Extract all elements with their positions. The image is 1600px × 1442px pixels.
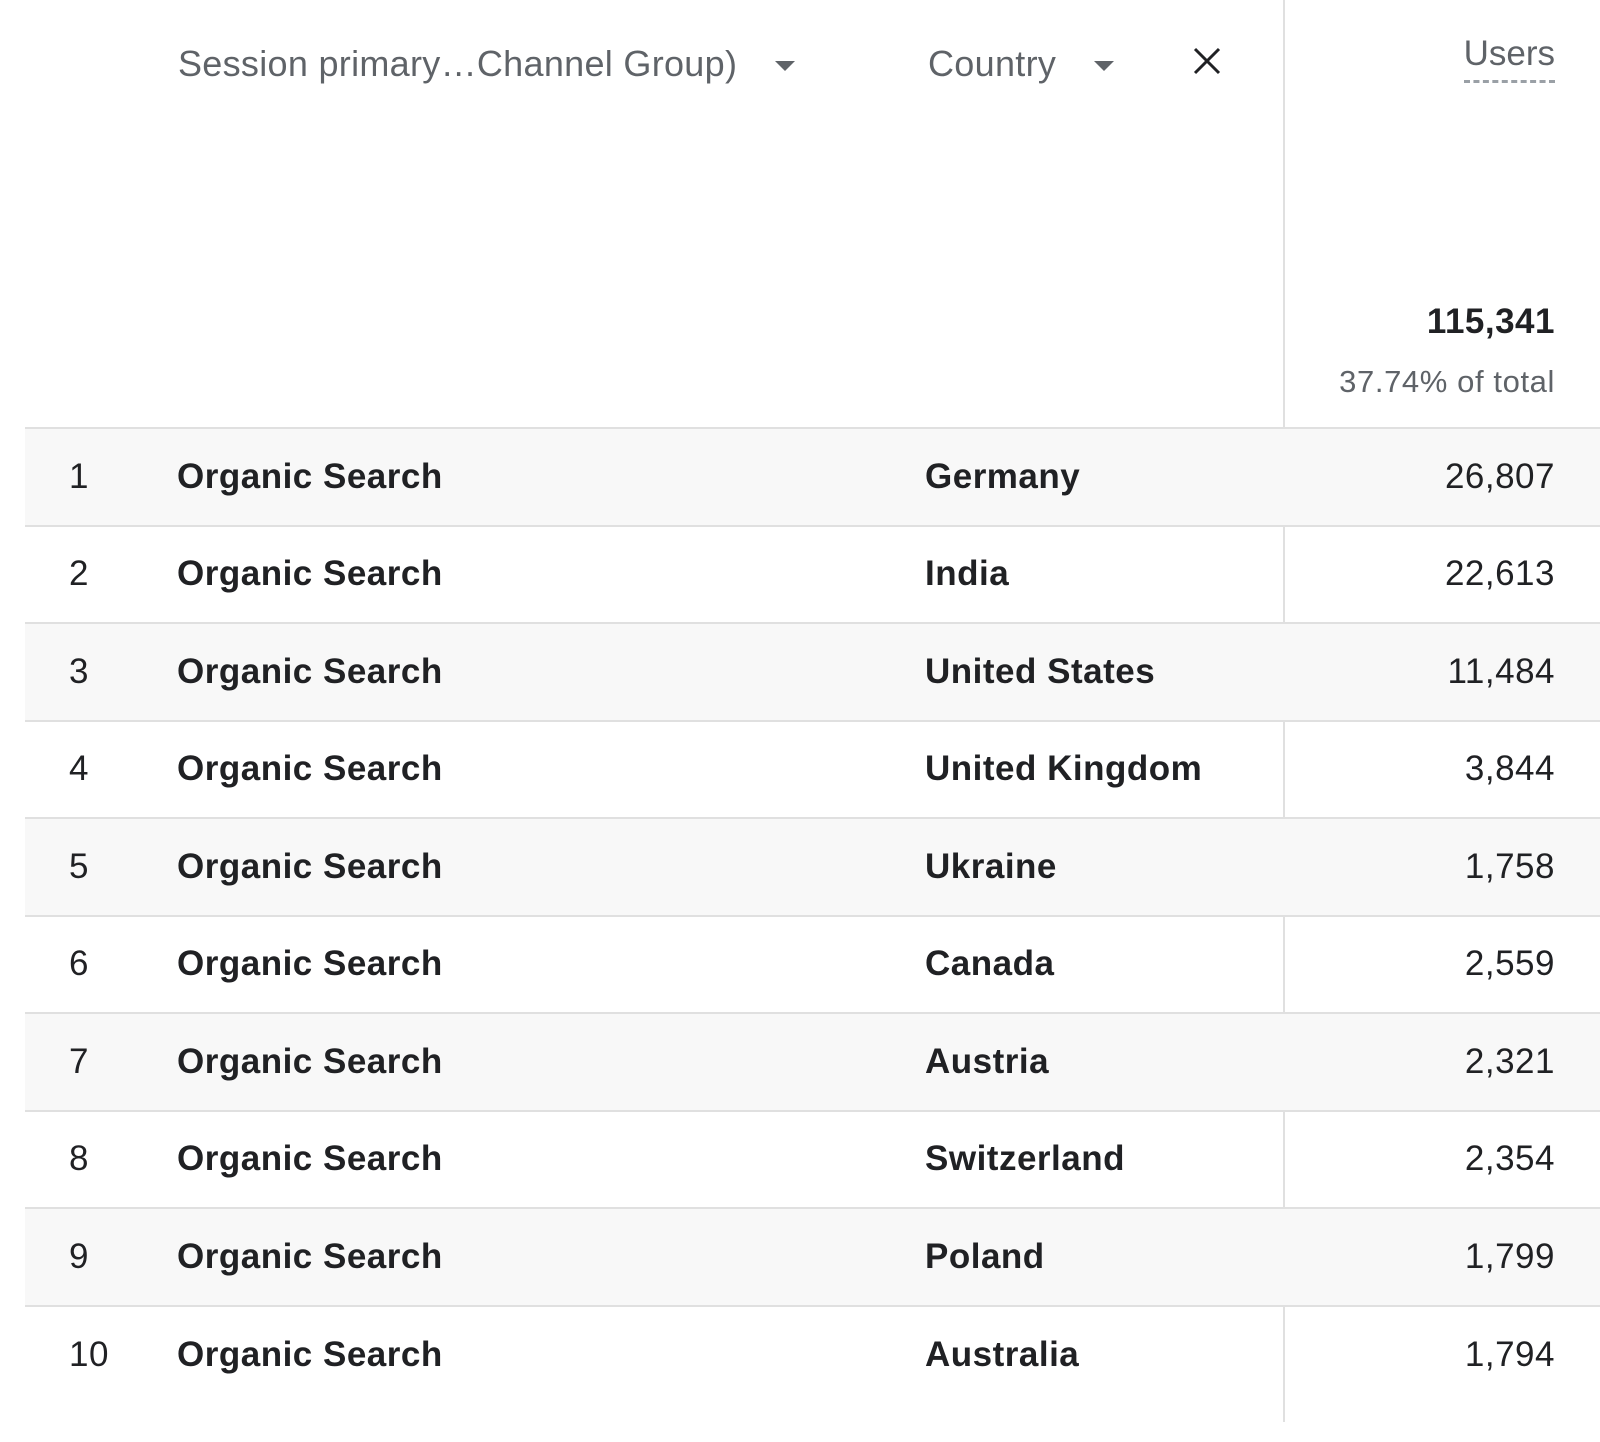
metric-header-users[interactable]: Users xyxy=(1463,34,1555,83)
row-index: 1 xyxy=(69,456,89,496)
row-users: 11,484 xyxy=(1447,651,1555,691)
row-channel: Organic Search xyxy=(177,554,443,594)
caret-down-icon xyxy=(1094,61,1115,71)
row-users: 22,613 xyxy=(1444,554,1555,594)
row-users: 2,354 xyxy=(1464,1139,1555,1179)
row-country: Austria xyxy=(925,1041,1050,1081)
row-users: 26,807 xyxy=(1444,456,1555,496)
row-country: Australia xyxy=(925,1335,1080,1375)
row-users: 1,794 xyxy=(1464,1335,1555,1375)
row-users: 1,799 xyxy=(1464,1236,1555,1276)
row-index: 8 xyxy=(69,1139,89,1179)
table-row: 1 Organic Search Germany 26,807 xyxy=(25,429,1600,527)
row-channel: Organic Search xyxy=(177,846,443,886)
table-row: 10 Organic Search Australia 1,794 xyxy=(25,1307,1600,1405)
table-body: 1 Organic Search Germany 26,807 2 Organi… xyxy=(25,429,1600,1404)
row-index: 10 xyxy=(69,1335,109,1375)
remove-dimension-button[interactable] xyxy=(1190,44,1224,78)
row-channel: Organic Search xyxy=(177,1335,443,1375)
row-index: 9 xyxy=(69,1236,89,1276)
report-table: Session primary…Channel Group) Country U… xyxy=(0,0,1600,1442)
row-country: Switzerland xyxy=(925,1139,1125,1179)
row-index: 5 xyxy=(69,846,89,886)
caret-down-icon xyxy=(775,61,796,71)
table-row: 6 Organic Search Canada 2,559 xyxy=(25,917,1600,1014)
row-channel: Organic Search xyxy=(177,749,443,789)
row-country: United States xyxy=(925,651,1156,691)
dimension-label-country: Country xyxy=(928,43,1057,84)
row-channel: Organic Search xyxy=(177,651,443,691)
row-channel: Organic Search xyxy=(177,1236,443,1276)
row-country: United Kingdom xyxy=(925,749,1203,789)
row-users: 2,321 xyxy=(1464,1041,1555,1081)
table-row: 2 Organic Search India 22,613 xyxy=(25,527,1600,624)
row-index: 2 xyxy=(69,554,89,594)
total-users-value: 115,341 xyxy=(1426,302,1555,341)
row-users: 3,844 xyxy=(1464,749,1555,789)
row-index: 6 xyxy=(69,944,89,984)
close-icon xyxy=(1193,47,1221,75)
row-index: 4 xyxy=(69,749,89,789)
row-channel: Organic Search xyxy=(177,1139,443,1179)
table-row: 5 Organic Search Ukraine 1,758 xyxy=(25,819,1600,917)
row-country: Germany xyxy=(925,456,1081,496)
table-row: 4 Organic Search United Kingdom 3,844 xyxy=(25,722,1600,819)
total-users-percentage: 37.74% of total xyxy=(1339,364,1555,399)
table-row: 8 Organic Search Switzerland 2,354 xyxy=(25,1112,1600,1209)
row-index: 7 xyxy=(69,1041,89,1081)
row-country: India xyxy=(925,554,1010,594)
row-country: Poland xyxy=(925,1236,1045,1276)
table-row: 3 Organic Search United States 11,484 xyxy=(25,624,1600,722)
dimension-label-channel-group: Session primary…Channel Group) xyxy=(178,43,738,84)
row-channel: Organic Search xyxy=(177,1041,443,1081)
table-row: 9 Organic Search Poland 1,799 xyxy=(25,1209,1600,1307)
row-channel: Organic Search xyxy=(177,456,443,496)
row-index: 3 xyxy=(69,651,89,691)
table-row: 7 Organic Search Austria 2,321 xyxy=(25,1014,1600,1112)
row-users: 2,559 xyxy=(1464,944,1555,984)
row-country: Canada xyxy=(925,944,1055,984)
row-channel: Organic Search xyxy=(177,944,443,984)
row-country: Ukraine xyxy=(925,846,1057,886)
row-users: 1,758 xyxy=(1464,846,1555,886)
dimension-selector-country[interactable]: Country xyxy=(928,36,1115,92)
dimension-selector-channel-group[interactable]: Session primary…Channel Group) xyxy=(178,36,796,92)
